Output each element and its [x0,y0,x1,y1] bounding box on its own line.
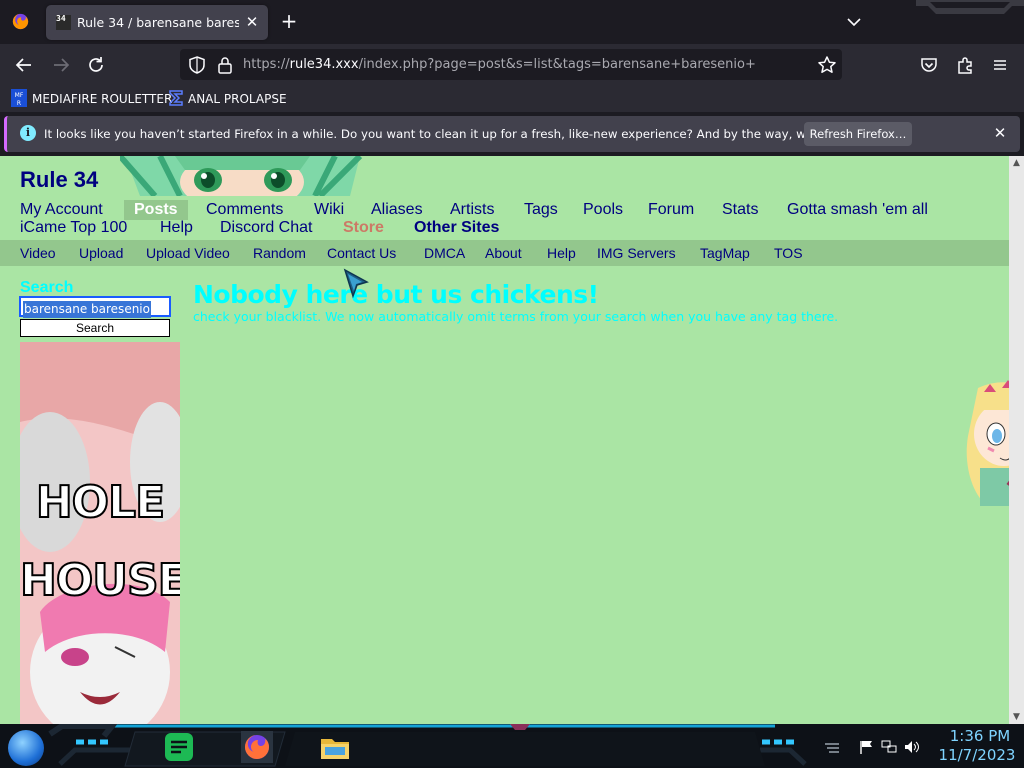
bookmark-anal-prolapse[interactable]: ANAL PROLAPSE [188,90,287,108]
pocket-icon[interactable] [918,54,940,76]
url-prefix: https:// [243,57,290,72]
search-input-value: barensane baresenio [23,301,151,318]
show-hidden-icons-icon[interactable] [824,740,840,754]
sigma-favicon-icon [169,90,183,106]
tab-title: Rule 34 / barensane baresenio [77,15,239,30]
tab-strip: 34 Rule 34 / barensane baresenio ✕ + [0,0,1024,44]
reload-icon[interactable] [85,54,107,76]
forward-icon[interactable] [50,54,72,76]
nav-discord-chat[interactable]: Discord Chat [220,218,312,238]
nav-comments[interactable]: Comments [206,200,283,220]
svg-text:MF: MF [15,92,24,99]
subnav-tagmap[interactable]: TagMap [700,243,750,263]
nav-store[interactable]: Store [343,218,384,238]
network-icon[interactable] [881,740,897,754]
rule34-favicon-icon: 34 [56,15,71,30]
bookmark-mediafire-rouletter[interactable]: MEDIAFIRE ROULETTER [32,90,172,108]
clock-date[interactable]: 11/7/2023 [934,746,1020,764]
start-button[interactable] [8,730,44,766]
shield-icon[interactable] [186,54,208,76]
search-heading: Search [20,279,74,296]
url-path: /index.php?page=post&s=list&tags=barensa… [358,57,756,72]
url-text[interactable]: https://rule34.xxx/index.php?page=post&s… [243,57,756,73]
bookmark-star-icon[interactable] [816,54,838,76]
new-tab-button[interactable]: + [279,11,299,31]
tab-close-icon[interactable]: ✕ [243,13,261,31]
window-frame-decoration [916,0,1024,14]
no-results-message: check your blacklist. We now automatical… [193,309,839,324]
subnav-img-servers[interactable]: IMG Servers [597,243,676,263]
subnav-upload[interactable]: Upload [79,243,123,263]
search-input[interactable]: barensane baresenio [19,296,171,336]
nav-artists[interactable]: Artists [450,200,494,220]
no-results-heading: Nobody here but us chickens! [193,280,599,309]
subnav-upload-video[interactable]: Upload Video [146,243,230,263]
notification-message: It looks like you haven’t started Firefo… [44,127,886,141]
subnav-help[interactable]: Help [547,243,576,263]
nav-pools[interactable]: Pools [583,200,623,220]
site-title[interactable]: Rule 34 [20,166,98,194]
nav-aliases[interactable]: Aliases [371,200,423,220]
refresh-firefox-button[interactable]: Refresh Firefox… [804,122,912,146]
chevron-down-icon[interactable] [844,12,864,32]
extensions-icon[interactable] [954,54,976,76]
mediafire-favicon-icon: MF R [11,89,27,107]
scroll-up-icon[interactable]: ▲ [1011,158,1022,168]
sidebar-ad-banner[interactable]: HOLE HOUSE [20,342,180,724]
nav-tags[interactable]: Tags [524,200,558,220]
subnav-video[interactable]: Video [20,243,56,263]
mouse-cursor [343,268,369,299]
menu-icon[interactable] [989,54,1011,76]
back-icon[interactable] [13,54,35,76]
ad-artwork [20,342,180,724]
screen: 34 Rule 34 / barensane baresenio ✕ + htt… [0,0,1024,768]
volume-icon[interactable] [904,740,920,754]
nav-posts[interactable]: Posts [124,200,188,220]
subnav-random[interactable]: Random [253,243,306,263]
svg-text:R: R [17,100,21,107]
nav-other-sites[interactable]: Other Sites [414,218,499,238]
nav-forum[interactable]: Forum [648,200,694,220]
clock-time[interactable]: 1:36 PM [940,727,1020,745]
nav-gotta-smash[interactable]: Gotta smash 'em all [787,200,928,220]
url-domain: rule34.xxx [289,57,359,72]
nav-wiki[interactable]: Wiki [314,200,344,220]
nav-icame-top-100[interactable]: iCame Top 100 [20,218,127,238]
firefox-icon[interactable] [12,13,29,30]
subnav-dmca[interactable]: DMCA [424,243,465,263]
subnav-about[interactable]: About [485,243,522,263]
subnav-contact-us[interactable]: Contact Us [327,243,396,263]
info-icon: i [20,125,36,141]
search-button[interactable]: Search [20,319,170,337]
nav-help[interactable]: Help [160,218,193,238]
header-anime-banner [120,156,363,196]
scroll-down-icon[interactable]: ▼ [1011,712,1022,722]
nav-my-account[interactable]: My Account [20,200,103,220]
lock-icon[interactable] [214,54,236,76]
flag-icon[interactable] [858,740,874,754]
file-explorer-icon[interactable] [319,731,351,763]
ad-text-hole: HOLE [35,477,166,529]
notes-app-icon[interactable] [163,731,195,763]
notification-close-icon[interactable]: ✕ [990,124,1010,142]
subnav-tos[interactable]: TOS [774,243,803,263]
ad-text-house: HOUSE [20,555,180,607]
nav-stats[interactable]: Stats [722,200,758,220]
page-scrollbar[interactable] [1009,156,1024,724]
tab-active[interactable]: 34 Rule 34 / barensane baresenio ✕ [46,5,268,40]
firefox-taskbar-icon[interactable] [241,731,273,763]
